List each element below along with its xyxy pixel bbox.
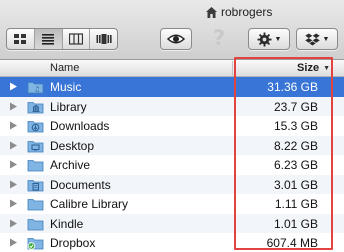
- folder-icon: [27, 218, 44, 230]
- file-name: Library: [50, 99, 87, 114]
- folder-icon: [27, 199, 44, 211]
- disclosure-triangle-icon[interactable]: [9, 238, 18, 247]
- list-view-button[interactable]: [34, 29, 63, 49]
- folder-icon: [27, 160, 44, 172]
- downloads-folder-icon: [27, 121, 44, 133]
- file-name: Kindle: [50, 216, 84, 231]
- view-mode-selector[interactable]: [6, 28, 118, 50]
- disclosure-triangle-icon[interactable]: [9, 141, 18, 150]
- library-folder-icon: [27, 101, 44, 113]
- cover-flow-icon: [96, 34, 112, 44]
- cover-flow-view-button[interactable]: [90, 29, 117, 49]
- file-name: Dropbox: [50, 236, 96, 250]
- list-view-icon: [42, 34, 55, 45]
- file-name: Documents: [50, 177, 111, 192]
- disclosure-triangle-icon[interactable]: [9, 102, 18, 111]
- column-view-button[interactable]: [63, 29, 91, 49]
- svg-text:♫: ♫: [34, 86, 40, 94]
- dropbox-icon: [304, 32, 320, 46]
- column-divider[interactable]: [232, 61, 233, 76]
- file-name: Calibre Library: [50, 197, 129, 211]
- icon-view-button[interactable]: [7, 29, 35, 49]
- chevron-down-icon: ▼: [274, 35, 282, 43]
- column-view-icon: [68, 33, 83, 45]
- desktop-folder-icon: [27, 140, 44, 152]
- action-menu-button[interactable]: ▼: [248, 28, 290, 50]
- gear-icon: [257, 31, 272, 47]
- help-icon: ?: [213, 26, 226, 50]
- disclosure-triangle-icon[interactable]: [9, 82, 18, 91]
- file-name: Music: [50, 80, 82, 94]
- window-title-text: robrogers: [221, 5, 273, 19]
- disclosure-triangle-icon[interactable]: [9, 121, 18, 130]
- documents-folder-icon: [27, 179, 44, 191]
- disclosure-triangle-icon[interactable]: [9, 199, 18, 208]
- file-name: Desktop: [50, 138, 95, 153]
- icon-view-icon: [14, 34, 27, 44]
- home-icon: [206, 6, 217, 18]
- size-column-highlight: [234, 57, 333, 250]
- quick-look-button[interactable]: [160, 28, 192, 50]
- file-name: Downloads: [50, 119, 110, 133]
- chevron-down-icon: ▼: [322, 35, 330, 43]
- eye-icon: [167, 34, 185, 44]
- dropbox-folder-icon: [27, 238, 44, 250]
- disclosure-triangle-icon[interactable]: [9, 180, 18, 189]
- window-title: robrogers: [205, 4, 272, 20]
- name-column-header[interactable]: Name: [50, 62, 79, 74]
- file-name: Archive: [50, 158, 91, 172]
- dropbox-menu-button[interactable]: ▼: [296, 28, 338, 50]
- disclosure-triangle-icon[interactable]: [9, 160, 18, 169]
- music-folder-icon: ♫: [27, 82, 44, 94]
- disclosure-triangle-icon[interactable]: [9, 219, 18, 228]
- finder-toolbar: robrogers ? ▼ ▼: [0, 0, 344, 60]
